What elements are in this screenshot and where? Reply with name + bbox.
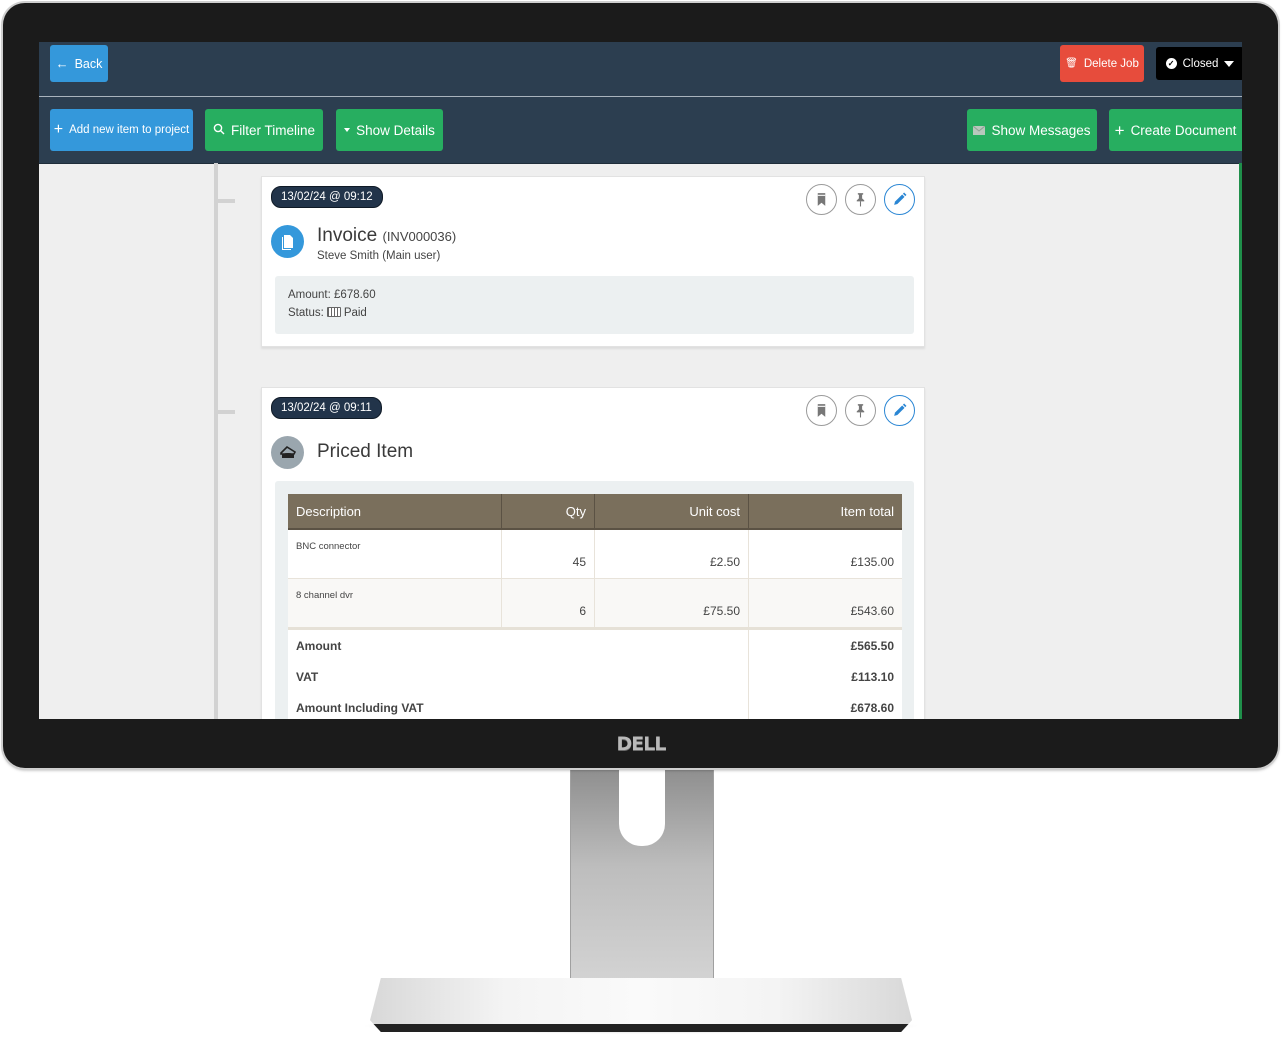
pin-icon	[856, 193, 865, 207]
card-type: Invoice	[317, 225, 378, 246]
summary-value: £113.10	[748, 661, 902, 692]
action-toolbar: + Add new item to project Filter Timelin…	[39, 97, 1242, 164]
search-icon	[213, 123, 225, 137]
amount-label: Amount:	[288, 289, 331, 301]
delete-job-button[interactable]: 🗑 Delete Job	[1060, 45, 1144, 82]
envelope-icon	[973, 124, 986, 137]
status-label: Status:	[288, 307, 324, 320]
edit-button[interactable]	[884, 184, 915, 215]
edit-button[interactable]	[884, 395, 915, 426]
status-line: Status: Paid	[288, 307, 367, 319]
scroll-edge	[1239, 163, 1242, 719]
pencil-icon	[894, 192, 907, 205]
column-header-description: Description	[288, 494, 502, 530]
invoice-reference: (INV000036)	[382, 229, 457, 244]
cell-description: BNC connector	[288, 529, 502, 579]
summary-label: Amount	[288, 627, 749, 661]
priced-item-type-icon	[271, 436, 304, 469]
app-screen: ← Back 🗑 Delete Job ✓ Closed + Add new i…	[39, 42, 1242, 719]
show-messages-button[interactable]: Show Messages	[967, 109, 1097, 151]
show-messages-label: Show Messages	[991, 122, 1091, 138]
add-item-button[interactable]: + Add new item to project	[50, 109, 193, 151]
caret-down-icon	[344, 128, 351, 132]
pin-button[interactable]	[845, 395, 876, 426]
cell-description: 8 channel dvr	[288, 578, 502, 629]
cell-item-total: £543.60	[748, 578, 902, 629]
priced-item-icon	[279, 445, 296, 458]
arrow-left-icon: ←	[55, 56, 69, 71]
cell-unit-cost: £75.50	[594, 578, 749, 629]
table-header-row: Description Qty Unit cost Item total	[288, 494, 902, 530]
pin-button[interactable]	[845, 184, 876, 215]
summary-label: VAT	[288, 661, 749, 692]
priced-item-table-container: Description Qty Unit cost Item total BNC…	[275, 481, 914, 719]
date-badge: 13/02/24 @ 09:12	[271, 186, 383, 208]
bookmark-icon	[817, 193, 826, 206]
amount-line: Amount: £678.60	[288, 289, 376, 301]
create-document-label: Create Document	[1130, 122, 1237, 138]
show-details-button[interactable]: Show Details	[336, 109, 443, 151]
dell-logo: DELL	[616, 733, 667, 755]
document-icon	[281, 234, 293, 250]
cell-item-total: £135.00	[748, 529, 902, 579]
pencil-icon	[894, 403, 907, 416]
delete-job-label: Delete Job	[1083, 57, 1139, 70]
back-button-label: Back	[74, 56, 103, 71]
job-status-label: Closed	[1182, 57, 1219, 70]
table-row: BNC connector 45 £2.50 £135.00	[288, 529, 902, 579]
table-row: 8 channel dvr 6 £75.50 £543.60	[288, 578, 902, 629]
cell-qty: 6	[501, 578, 595, 629]
cash-icon	[326, 307, 341, 317]
date-badge: 13/02/24 @ 09:11	[271, 397, 382, 419]
back-button[interactable]: ← Back	[50, 45, 108, 82]
invoice-summary-box: Amount: £678.60 Status: Paid	[275, 276, 914, 334]
summary-row-amount: Amount £565.50	[288, 627, 902, 661]
status-value: Paid	[343, 307, 367, 320]
bookmark-button[interactable]	[806, 395, 837, 426]
filter-timeline-button[interactable]: Filter Timeline	[205, 109, 323, 151]
caret-down-icon	[1224, 60, 1235, 67]
card-actions	[806, 184, 915, 215]
timeline-tick	[218, 410, 235, 414]
bookmark-icon	[817, 404, 826, 417]
summary-row-total: Amount Including VAT £678.60	[288, 692, 902, 719]
job-status-dropdown[interactable]: ✓ Closed	[1156, 47, 1242, 80]
summary-value: £678.60	[748, 692, 902, 719]
timeline-card-priced-item: 13/02/24 @ 09:11 Priced Item Description…	[261, 387, 925, 719]
show-details-label: Show Details	[356, 122, 435, 138]
check-circle-icon: ✓	[1165, 58, 1177, 69]
monitor-stand-neck	[570, 770, 714, 985]
card-actions	[806, 395, 915, 426]
timeline-line	[214, 163, 218, 719]
column-header-unit-cost: Unit cost	[594, 494, 749, 530]
pin-icon	[856, 404, 865, 418]
summary-label: Amount Including VAT	[288, 692, 749, 719]
top-navbar: ← Back 🗑 Delete Job ✓ Closed	[39, 42, 1242, 96]
monitor-stand-base	[370, 978, 912, 1032]
timeline-card-invoice: 13/02/24 @ 09:12 Invoice (INV000036) Ste…	[261, 176, 925, 347]
card-title: Priced Item	[317, 441, 414, 462]
timeline-tick	[218, 199, 235, 203]
summary-value: £565.50	[748, 627, 902, 661]
cable-slot	[619, 770, 665, 846]
trash-icon: 🗑	[1065, 57, 1078, 69]
column-header-item-total: Item total	[748, 494, 902, 530]
column-header-qty: Qty	[501, 494, 595, 530]
add-item-label: Add new item to project	[69, 124, 190, 136]
bookmark-button[interactable]	[806, 184, 837, 215]
plus-icon: +	[1114, 120, 1125, 140]
priced-items-table: Description Qty Unit cost Item total BNC…	[288, 494, 902, 719]
amount-value: £678.60	[334, 289, 376, 301]
create-document-button[interactable]: + Create Document	[1109, 109, 1242, 151]
invoice-type-icon	[271, 225, 304, 258]
plus-icon: +	[53, 121, 64, 138]
filter-timeline-label: Filter Timeline	[230, 122, 316, 138]
summary-row-vat: VAT £113.10	[288, 661, 902, 692]
card-title: Invoice (INV000036)	[317, 225, 456, 247]
cell-unit-cost: £2.50	[594, 529, 749, 579]
cell-qty: 45	[501, 529, 595, 579]
card-author: Steve Smith (Main user)	[317, 250, 441, 262]
